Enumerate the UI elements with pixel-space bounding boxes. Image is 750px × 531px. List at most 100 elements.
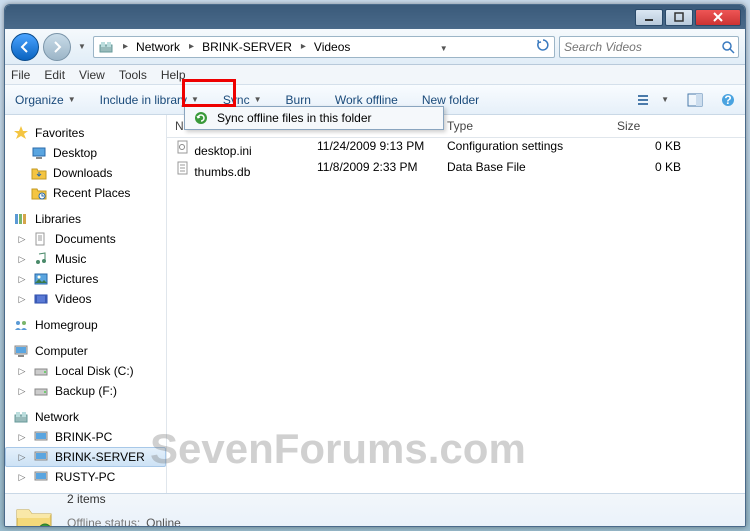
desktop-icon (31, 145, 47, 161)
sidebar-homegroup[interactable]: Homegroup (5, 315, 166, 335)
preview-pane-icon[interactable] (683, 91, 707, 109)
history-chevron-icon[interactable]: ▼ (75, 37, 89, 57)
sidebar-libraries[interactable]: Libraries (5, 209, 166, 229)
menu-file[interactable]: File (11, 68, 30, 82)
file-icon (175, 139, 191, 155)
homegroup-icon (13, 317, 29, 333)
sidebar-item-recent[interactable]: Recent Places (5, 183, 166, 203)
sidebar-network[interactable]: Network (5, 407, 166, 427)
sync-offline-item[interactable]: Sync offline files in this folder (185, 107, 443, 129)
breadcrumb-arrow-icon[interactable]: ▸ (297, 41, 310, 52)
expand-icon[interactable]: ▷ (17, 472, 27, 482)
sidebar-item-brink-pc[interactable]: ▷ BRINK-PC (5, 427, 166, 447)
sidebar-label: Local Disk (C:) (55, 364, 134, 378)
menu-view[interactable]: View (79, 68, 105, 82)
recent-icon (31, 185, 47, 201)
downloads-icon (31, 165, 47, 181)
status-value: Online (146, 516, 181, 528)
sidebar-computer[interactable]: Computer (5, 341, 166, 361)
expand-icon[interactable]: ▷ (17, 432, 27, 442)
sidebar-label: Pictures (55, 272, 98, 286)
expand-icon[interactable]: ▷ (17, 274, 27, 284)
nav-bar: ▼ ▸ Network ▸ BRINK-SERVER ▸ Videos ▼ (5, 29, 745, 65)
menu-help[interactable]: Help (161, 68, 186, 82)
close-button[interactable] (695, 9, 741, 26)
toolbar-label: New folder (422, 93, 479, 107)
breadcrumb-dropdown-icon[interactable]: ▼ (436, 40, 452, 54)
sidebar-label: Computer (35, 344, 88, 358)
expand-icon[interactable]: ▷ (17, 366, 27, 376)
sidebar: Favorites Desktop Downloads Recent Place… (5, 115, 167, 493)
pc-icon (33, 449, 49, 465)
status-bar: 2 items Offline status:Online Offline av… (5, 493, 745, 527)
toolbar-label: Include in library (100, 93, 187, 107)
file-name: desktop.ini (194, 144, 251, 158)
sidebar-label: Backup (F:) (55, 384, 117, 398)
drive-icon (33, 383, 49, 399)
titlebar (5, 5, 745, 29)
breadcrumb-arrow-icon[interactable]: ▸ (119, 41, 132, 52)
breadcrumb-folder[interactable]: Videos (310, 37, 355, 57)
minimize-button[interactable] (635, 9, 663, 26)
dropdown-label: Sync offline files in this folder (217, 111, 372, 125)
toolbar-label: Work offline (335, 93, 398, 107)
view-options-icon[interactable]: ▼ (633, 91, 673, 109)
breadcrumb-bar[interactable]: ▸ Network ▸ BRINK-SERVER ▸ Videos ▼ (93, 36, 555, 58)
file-type: Data Base File (447, 160, 617, 179)
file-row[interactable]: desktop.ini 11/24/2009 9:13 PM Configura… (167, 138, 745, 159)
sidebar-label: Recent Places (53, 186, 130, 200)
sidebar-label: Music (55, 252, 86, 266)
forward-button[interactable] (43, 33, 71, 61)
sidebar-label: BRINK-PC (55, 430, 112, 444)
column-size[interactable]: Size (617, 119, 697, 133)
search-icon[interactable] (721, 39, 735, 55)
sidebar-item-desktop[interactable]: Desktop (5, 143, 166, 163)
computer-icon (13, 343, 29, 359)
sidebar-item-downloads[interactable]: Downloads (5, 163, 166, 183)
file-size: 0 KB (617, 160, 697, 179)
column-type[interactable]: Type (447, 119, 617, 133)
sidebar-label: Network (35, 410, 79, 424)
menu-edit[interactable]: Edit (44, 68, 65, 82)
status-item-count: 2 items (67, 492, 258, 506)
expand-icon[interactable]: ▷ (17, 294, 27, 304)
sidebar-item-pictures[interactable]: ▷ Pictures (5, 269, 166, 289)
file-size: 0 KB (617, 139, 697, 158)
help-icon[interactable]: ? (717, 91, 739, 109)
file-row[interactable]: thumbs.db 11/8/2009 2:33 PM Data Base Fi… (167, 159, 745, 180)
sidebar-item-rusty-pc[interactable]: ▷ RUSTY-PC (5, 467, 166, 487)
sync-dropdown: Sync offline files in this folder (184, 106, 444, 130)
sidebar-label: Downloads (53, 166, 112, 180)
toolbar-organize[interactable]: Organize▼ (11, 91, 80, 109)
pc-icon (33, 429, 49, 445)
breadcrumb-server[interactable]: BRINK-SERVER (198, 37, 297, 57)
sidebar-favorites[interactable]: Favorites (5, 123, 166, 143)
expand-icon[interactable]: ▷ (17, 234, 27, 244)
sidebar-item-brink-server[interactable]: ▷BRINK-SERVER (5, 447, 166, 467)
documents-icon (33, 231, 49, 247)
breadcrumb-arrow-icon[interactable]: ▸ (185, 41, 198, 52)
drive-icon (33, 363, 49, 379)
sidebar-item-local-disk[interactable]: ▷ Local Disk (C:) (5, 361, 166, 381)
file-icon (175, 160, 191, 176)
menu-tools[interactable]: Tools (119, 68, 147, 82)
search-box[interactable] (559, 36, 739, 58)
refresh-icon[interactable] (532, 38, 554, 55)
svg-text:?: ? (724, 93, 731, 107)
sidebar-label: RUSTY-PC (55, 470, 115, 484)
maximize-button[interactable] (665, 9, 693, 26)
expand-icon[interactable]: ▷ (17, 386, 27, 396)
expand-icon[interactable]: ▷ (17, 452, 27, 462)
file-type: Configuration settings (447, 139, 617, 158)
sidebar-item-music[interactable]: ▷ Music (5, 249, 166, 269)
search-input[interactable] (564, 40, 721, 54)
sidebar-item-videos[interactable]: ▷Videos (5, 289, 166, 309)
breadcrumb-network[interactable]: Network (132, 37, 185, 57)
back-button[interactable] (11, 33, 39, 61)
sidebar-item-documents[interactable]: ▷Documents (5, 229, 166, 249)
favorites-icon (13, 125, 29, 141)
sidebar-item-backup[interactable]: ▷ Backup (F:) (5, 381, 166, 401)
sidebar-label: Libraries (35, 212, 81, 226)
breadcrumb-icon[interactable] (94, 37, 119, 57)
expand-icon[interactable]: ▷ (17, 254, 27, 264)
